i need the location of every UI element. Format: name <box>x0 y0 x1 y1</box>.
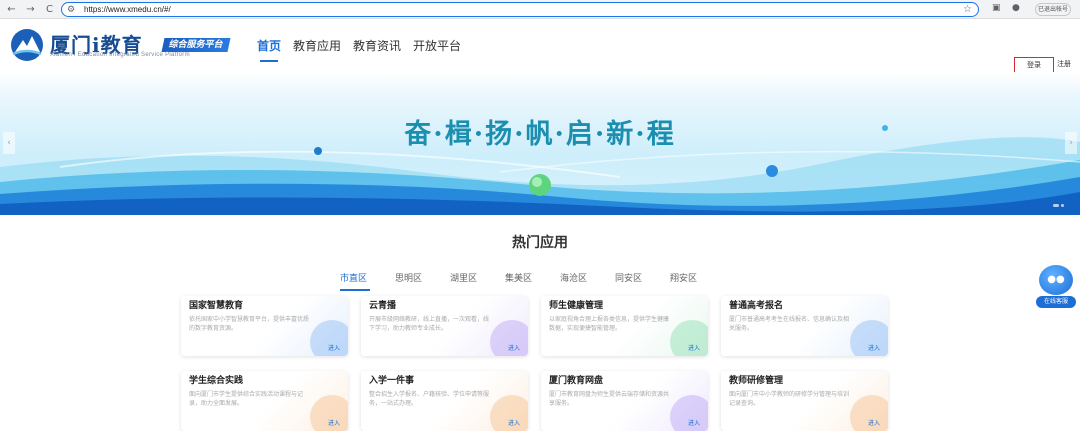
tab-tongan[interactable]: 同安区 <box>615 271 670 287</box>
nav-open-platform[interactable]: 开放平台 <box>413 38 461 54</box>
banner-next-icon[interactable]: › <box>1065 132 1077 154</box>
app-card[interactable]: 国家智慧教育 依托国家中小学智慧教育平台，提供丰富优质的数字教育资源。 进入 <box>181 296 348 356</box>
app-card-enter[interactable]: 进入 <box>508 418 520 427</box>
app-card-desc: 整合招生入学报名、户籍核验、学位申请等服务，一站式办理。 <box>369 391 490 407</box>
nav-edu-apps[interactable]: 教育应用 <box>293 38 341 54</box>
app-card-title: 云青播 <box>369 301 397 311</box>
url-text[interactable]: https://www.xmedu.cn/#/ <box>84 5 171 14</box>
banner-dot[interactable] <box>1053 204 1059 207</box>
app-card-enter[interactable]: 进入 <box>688 343 700 352</box>
app-card-desc: 面向厦门市中小学教师的研修学分管理与培训记录查询。 <box>729 391 850 407</box>
banner-prev-icon[interactable]: ‹ <box>3 132 15 154</box>
app-card-enter[interactable]: 进入 <box>688 418 700 427</box>
banner-slogan: 奋·楫·扬·帆·启·新·程 <box>404 119 676 150</box>
online-service-label[interactable]: 在线客服 <box>1036 296 1076 308</box>
logo-badge: 综合服务平台 <box>161 38 231 52</box>
app-card-title: 国家智慧教育 <box>189 301 244 311</box>
chat-bubble-icon[interactable]: ●● <box>1039 265 1073 295</box>
profile-button[interactable]: 已退出帐号 <box>1035 3 1071 16</box>
site-settings-icon[interactable]: ⚙ <box>67 5 81 15</box>
app-card-desc: 厦门市教育网盘为师生提供云端存储和资源共享服务。 <box>549 391 670 407</box>
side-panel-icon[interactable]: ▣ <box>992 3 1001 13</box>
app-card-desc: 厦门市普通高考考生在线报名、信息确认及相关服务。 <box>729 316 850 332</box>
tab-siming[interactable]: 思明区 <box>395 271 450 287</box>
app-card-enter[interactable]: 进入 <box>328 418 340 427</box>
app-card-desc: 开展市级网络教研，线上直播，一次观看，线下学习，助力教师专业成长。 <box>369 316 490 332</box>
app-card-enter[interactable]: 进入 <box>868 418 880 427</box>
tab-xiangan[interactable]: 翔安区 <box>670 271 725 287</box>
back-icon[interactable]: ← <box>4 2 19 17</box>
hero-banner[interactable]: 奋·楫·扬·帆·启·新·程 ‹ › <box>0 72 1080 215</box>
forward-icon[interactable]: → <box>23 2 38 17</box>
tab-haicang[interactable]: 海沧区 <box>560 271 615 287</box>
banner-pagination <box>1053 204 1066 207</box>
app-card-title: 厦门教育网盘 <box>549 376 604 386</box>
app-card-title: 普通高考报名 <box>729 301 784 311</box>
app-card-title: 入学一件事 <box>369 376 415 386</box>
address-bar[interactable]: ⚙ https://www.xmedu.cn/#/ ☆ <box>61 2 979 17</box>
app-card-desc: 以家庭视角合理上报各类信息，提供学生健康数据，实现便捷智能管理。 <box>549 316 670 332</box>
online-service-widget[interactable]: ●● 在线客服 <box>1036 265 1076 308</box>
browser-toolbar: ← → C ⚙ https://www.xmedu.cn/#/ ☆ ▣ ● 已退… <box>0 0 1080 19</box>
banner-dot[interactable] <box>1061 204 1064 207</box>
app-card-desc: 面向厦门市学生提供综合实践活动课程与记录，助力全面发展。 <box>189 391 304 407</box>
site-header: 厦门i教育 综合服务平台 Xiamen i Education Integrat… <box>0 20 1080 74</box>
hot-apps-title: 热门应用 <box>512 235 568 251</box>
app-card[interactable]: 云青播 开展市级网络教研，线上直播，一次观看，线下学习，助力教师专业成长。 进入 <box>361 296 528 356</box>
app-card-enter[interactable]: 进入 <box>868 343 880 352</box>
app-card-desc: 依托国家中小学智慧教育平台，提供丰富优质的数字教育资源。 <box>189 316 310 332</box>
app-card-title: 师生健康管理 <box>549 301 604 311</box>
app-card[interactable]: 入学一件事 整合招生入学报名、户籍核验、学位申请等服务，一站式办理。 进入 <box>361 371 528 431</box>
district-tabs: 市直区 思明区 湖里区 集美区 海沧区 同安区 翔安区 <box>340 271 725 291</box>
register-link[interactable]: 注册 <box>1057 59 1071 69</box>
main-nav: 首页 教育应用 教育资讯 开放平台 <box>257 38 473 62</box>
account-icon[interactable]: ● <box>1012 3 1020 13</box>
app-card-title: 学生综合实践 <box>189 376 244 386</box>
app-card[interactable]: 师生健康管理 以家庭视角合理上报各类信息，提供学生健康数据，实现便捷智能管理。 … <box>541 296 708 356</box>
tab-huli[interactable]: 湖里区 <box>450 271 505 287</box>
tab-jimei[interactable]: 集美区 <box>505 271 560 287</box>
app-card-enter[interactable]: 进入 <box>328 343 340 352</box>
app-card[interactable]: 普通高考报名 厦门市普通高考考生在线报名、信息确认及相关服务。 进入 <box>721 296 888 356</box>
app-card[interactable]: 厦门教育网盘 厦门市教育网盘为师生提供云端存储和资源共享服务。 进入 <box>541 371 708 431</box>
logo-subtitle: Xiamen i Education Integrated Service Pl… <box>50 52 190 58</box>
bookmark-star-icon[interactable]: ☆ <box>963 3 972 16</box>
reload-icon[interactable]: C <box>42 2 57 17</box>
logo-icon[interactable] <box>9 28 45 62</box>
app-card[interactable]: 学生综合实践 面向厦门市学生提供综合实践活动课程与记录，助力全面发展。 进入 <box>181 371 348 431</box>
app-card-title: 教师研修管理 <box>729 376 784 386</box>
app-card-enter[interactable]: 进入 <box>508 343 520 352</box>
nav-edu-news[interactable]: 教育资讯 <box>353 38 401 54</box>
app-card[interactable]: 教师研修管理 面向厦门市中小学教师的研修学分管理与培训记录查询。 进入 <box>721 371 888 431</box>
nav-home[interactable]: 首页 <box>257 38 281 62</box>
tab-shizhi[interactable]: 市直区 <box>340 271 395 291</box>
